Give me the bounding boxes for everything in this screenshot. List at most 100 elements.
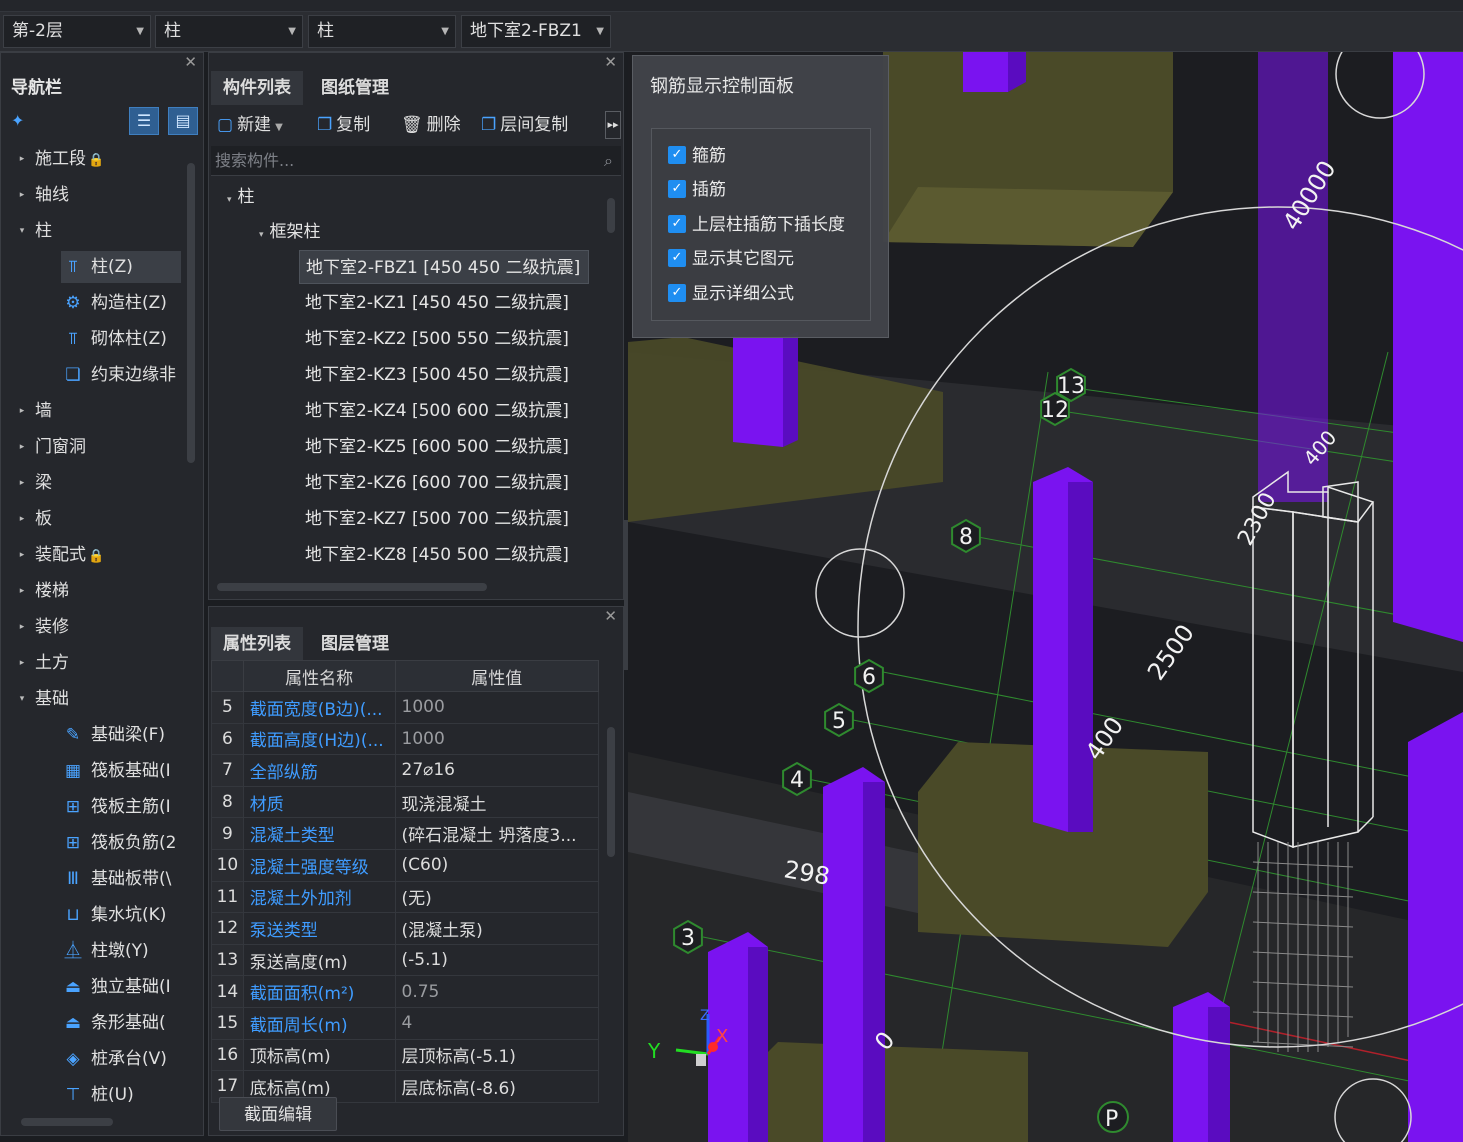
expand-icon[interactable]: ▸ bbox=[15, 395, 29, 427]
nav-hscrollbar[interactable] bbox=[21, 1118, 113, 1126]
section-edit-button[interactable]: 截面编辑 bbox=[219, 1097, 337, 1131]
nav-item[interactable]: ▸ 门窗洞 bbox=[15, 431, 185, 463]
property-value[interactable]: 4 bbox=[394, 1006, 599, 1040]
property-row[interactable]: 6 截面高度(H边)(... 1000 bbox=[211, 722, 599, 756]
nav-item[interactable]: ⊔ 集水坑(K) bbox=[61, 899, 181, 931]
checkbox-dowel[interactable]: ✓ 插筋 bbox=[668, 175, 726, 205]
expand-icon[interactable]: ▸ bbox=[15, 467, 29, 499]
nav-item[interactable]: ⫪ 砌体柱(Z) bbox=[61, 323, 181, 355]
nav-item[interactable]: ✎ 基础梁(F) bbox=[61, 719, 181, 751]
component-search-input[interactable]: 搜索构件... ⌕ bbox=[211, 146, 621, 176]
property-value[interactable]: (C60) bbox=[394, 848, 599, 882]
expand-icon[interactable]: ▸ bbox=[15, 647, 29, 679]
tab-drawing-management[interactable]: 图纸管理 bbox=[309, 71, 401, 105]
type-select[interactable]: 柱 ▼ bbox=[308, 15, 456, 48]
checkbox-upper-dowel-length[interactable]: ✓ 上层柱插筋下插长度 bbox=[668, 210, 845, 240]
property-value[interactable]: 1000 bbox=[394, 722, 599, 756]
nav-item[interactable]: Ⅲ 基础板带(\ bbox=[61, 863, 181, 895]
expand-icon[interactable]: ▸ bbox=[15, 503, 29, 535]
search-icon[interactable]: ⌕ bbox=[604, 146, 613, 176]
property-row[interactable]: 9 混凝土类型 (碎石混凝土 坍落度3... bbox=[211, 817, 599, 850]
component-item[interactable]: 地下室2-KZ3 [500 450 二级抗震] bbox=[299, 358, 577, 392]
checkbox-show-formula[interactable]: ✓ 显示详细公式 bbox=[668, 279, 794, 309]
checkbox-show-other[interactable]: ✓ 显示其它图元 bbox=[668, 244, 794, 274]
close-icon[interactable]: ✕ bbox=[184, 53, 197, 71]
component-item[interactable]: 地下室2-KZ1 [450 450 二级抗震] bbox=[299, 286, 577, 320]
nav-item[interactable]: ▸ 装修 bbox=[15, 611, 185, 643]
property-value[interactable]: (无) bbox=[394, 880, 599, 914]
property-scrollbar[interactable] bbox=[607, 727, 615, 857]
expand-icon[interactable]: ▸ bbox=[15, 431, 29, 463]
nav-item[interactable]: ⊞ 筏板主筋(I bbox=[61, 791, 181, 823]
checkbox-stirrup[interactable]: ✓ 箍筋 bbox=[668, 141, 726, 171]
property-row[interactable]: 11 混凝土外加剂 (无) bbox=[211, 880, 599, 914]
copy-button[interactable]: ❐ 复制 bbox=[317, 107, 370, 143]
pin-icon[interactable]: ✦ bbox=[11, 111, 24, 130]
property-row[interactable]: 5 截面宽度(B边)(... 1000 bbox=[211, 691, 599, 724]
property-row[interactable]: 10 混凝土强度等级 (C60) bbox=[211, 848, 599, 882]
close-icon[interactable]: ✕ bbox=[604, 607, 617, 625]
property-value[interactable]: 0.75 bbox=[394, 975, 599, 1008]
expand-icon[interactable]: ▸ bbox=[15, 611, 29, 643]
nav-item[interactable]: ⏏ 独立基础(I bbox=[61, 971, 181, 1003]
nav-item[interactable]: ▸ 轴线 bbox=[15, 179, 185, 211]
nav-item[interactable]: ⊞ 筏板负筋(2 bbox=[61, 827, 181, 859]
component-hscrollbar[interactable] bbox=[217, 583, 487, 591]
new-button[interactable]: ▢ 新建 ▼ bbox=[217, 107, 283, 146]
tab-layer-management[interactable]: 图层管理 bbox=[309, 627, 401, 661]
category-select[interactable]: 柱 ▼ bbox=[155, 15, 303, 48]
nav-item[interactable]: ⏅ 柱墩(Y) bbox=[61, 935, 181, 967]
component-item[interactable]: 地下室2-FBZ1 [450 450 二级抗震] bbox=[299, 250, 590, 284]
expand-icon[interactable]: ▸ bbox=[15, 539, 29, 571]
expand-icon[interactable]: ▸ bbox=[15, 143, 29, 175]
property-row[interactable]: 8 材质 现浇混凝土 bbox=[211, 785, 599, 819]
component-item[interactable]: 地下室2-KZ4 [500 600 二级抗震] bbox=[299, 394, 577, 428]
nav-item[interactable]: ◈ 桩承台(V) bbox=[61, 1043, 181, 1075]
nav-item[interactable]: ▸ 施工段 🔒 bbox=[15, 143, 185, 175]
property-value[interactable]: 27⌀16 bbox=[394, 754, 599, 787]
tree-group[interactable]: ▾ 框架柱 bbox=[259, 215, 321, 249]
nav-item[interactable]: ⫪ 柱(Z) bbox=[61, 251, 181, 283]
nav-item[interactable]: ⊤ 桩(U) bbox=[61, 1079, 181, 1111]
component-item[interactable]: 地下室2-KZ6 [600 700 二级抗震] bbox=[299, 466, 577, 500]
property-row[interactable]: 12 泵送类型 (混凝土泵) bbox=[211, 912, 599, 945]
property-value[interactable]: 1000 bbox=[394, 691, 599, 724]
floor-select[interactable]: 第-2层 ▼ bbox=[3, 15, 151, 48]
expand-icon[interactable]: ▸ bbox=[15, 575, 29, 607]
component-item[interactable]: 地下室2-KZ5 [600 500 二级抗震] bbox=[299, 430, 577, 464]
nav-item[interactable]: ▸ 装配式 🔒 bbox=[15, 539, 185, 571]
nav-item[interactable]: ⏏ 条形基础( bbox=[61, 1007, 181, 1039]
property-value[interactable]: 层顶标高(-5.1) bbox=[394, 1038, 599, 1072]
tab-component-list[interactable]: 构件列表 bbox=[211, 71, 303, 105]
property-row[interactable]: 16 顶标高(m) 层顶标高(-5.1) bbox=[211, 1038, 599, 1072]
component-select[interactable]: 地下室2-FBZ1 ▼ bbox=[461, 15, 611, 48]
component-item[interactable]: 地下室2-KZ8 [450 500 二级抗震] bbox=[299, 538, 577, 572]
panel-splitter[interactable] bbox=[624, 520, 628, 670]
expand-icon[interactable]: ▸ bbox=[15, 179, 29, 211]
list-view-icon[interactable]: ☰ bbox=[129, 107, 159, 135]
property-row[interactable]: 15 截面周长(m) 4 bbox=[211, 1006, 599, 1040]
nav-item[interactable]: ⚙ 构造柱(Z) bbox=[61, 287, 181, 319]
property-value[interactable]: (碎石混凝土 坍落度3... bbox=[394, 817, 599, 850]
nav-item[interactable]: ▸ 板 bbox=[15, 503, 185, 535]
property-value[interactable]: 现浇混凝土 bbox=[394, 785, 599, 819]
nav-item[interactable]: ❏ 约束边缘非 bbox=[61, 359, 181, 391]
nav-item[interactable]: ▸ 楼梯 bbox=[15, 575, 185, 607]
detail-view-icon[interactable]: ▤ bbox=[168, 107, 198, 135]
property-row[interactable]: 13 泵送高度(m) (-5.1) bbox=[211, 943, 599, 977]
tab-property-list[interactable]: 属性列表 bbox=[211, 627, 303, 661]
property-row[interactable]: 14 截面面积(m²) 0.75 bbox=[211, 975, 599, 1008]
nav-scrollbar[interactable] bbox=[187, 163, 195, 463]
nav-item[interactable]: ▾ 柱 bbox=[15, 215, 185, 247]
nav-item[interactable]: ▸ 土方 bbox=[15, 647, 185, 679]
more-icon[interactable]: ▸▸ bbox=[605, 111, 621, 139]
expand-icon[interactable]: ▾ bbox=[15, 215, 29, 247]
delete-button[interactable]: 🗑 删除 bbox=[401, 107, 461, 143]
expand-icon[interactable]: ▾ bbox=[15, 683, 29, 715]
component-item[interactable]: 地下室2-KZ2 [500 550 二级抗震] bbox=[299, 322, 577, 356]
component-scrollbar[interactable] bbox=[607, 198, 615, 233]
close-icon[interactable]: ✕ bbox=[604, 53, 617, 71]
tree-root[interactable]: ▾ 柱 bbox=[227, 180, 255, 214]
property-value[interactable]: (-5.1) bbox=[394, 943, 599, 977]
floor-copy-button[interactable]: ❐ 层间复制 bbox=[481, 107, 568, 143]
